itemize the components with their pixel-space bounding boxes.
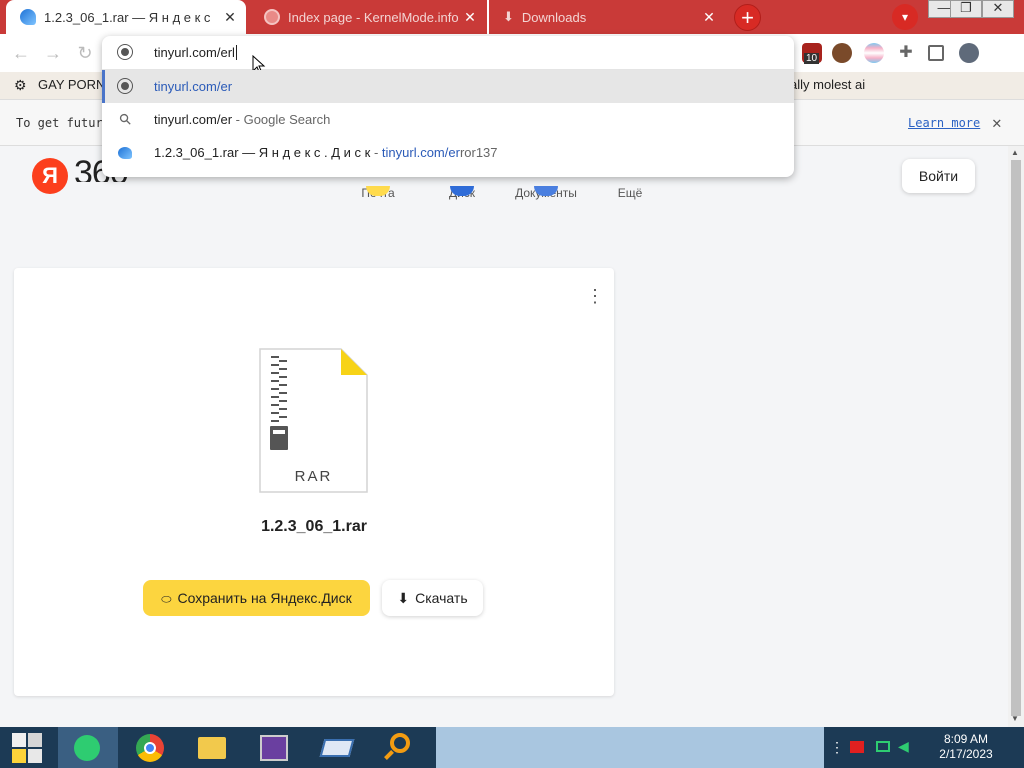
service-label: Ещё [617,186,643,200]
download-icon: ⬇ [397,590,410,606]
new-tab-button[interactable]: + [734,4,761,31]
profile-avatar-icon[interactable] [959,43,979,63]
chrome-icon[interactable] [120,727,180,768]
tab-strip: 1.2.3_06_1.rar — Я н д е к с ✕ Index pag… [0,0,1024,34]
suggestion-text-part: tinyurl.com/er [154,79,233,94]
scroll-up-arrow[interactable]: ▲ [1011,148,1019,157]
save-button-label: Сохранить на Яндекс.Диск [177,590,352,606]
tab-yandex-disk[interactable]: 1.2.3_06_1.rar — Я н д е к с ✕ [6,0,246,34]
scroll-down-arrow[interactable]: ▼ [1011,714,1019,723]
service-documents[interactable]: Документы [506,186,586,200]
extension-icon[interactable]: 10 [802,43,822,64]
bookmark-item[interactable]: ally molest ai [790,77,865,92]
page-scrollbar[interactable]: ▲ ▼ [1008,146,1024,727]
suggestion-text-part: 1.2.3_06_1.rar — Я н д е к с . Д и с к [154,145,371,160]
tab-search-button[interactable]: ▾ [892,4,918,30]
tab-title: Index page - KernelMode.info [288,9,459,25]
tab-title: Downloads [521,9,587,25]
overflow-icon[interactable]: ⋮ [830,739,844,756]
maximize-button[interactable]: ❐ [950,0,982,18]
virtual-drive-icon[interactable] [306,727,366,768]
tab-kernelmode[interactable]: Index page - KernelMode.info ✕ [250,0,486,34]
windows-taskbar: ⋮ ◀ 8:09 AM 2/17/2023 [0,727,1024,768]
reload-icon[interactable]: ↻ [74,42,96,64]
suggestion-text: 1.2.3_06_1.rar — Я н д е к с . Д и с к -… [154,145,498,160]
text-caret [235,45,237,60]
omnibox-dropdown: tinyurl.com/erl tinyurl.com/er ⚲ tinyurl.c… [102,36,794,177]
yandex-logo[interactable]: Я [32,158,68,194]
windows-start-icon[interactable] [0,727,56,768]
address-input-text[interactable]: tinyurl.com/erl [154,45,235,60]
clock-time: 8:09 AM [943,732,989,746]
file-name: 1.2.3_06_1.rar [261,518,367,535]
file-explorer-icon[interactable] [182,727,242,768]
suggestion-text-part: - Google Search [232,112,331,127]
close-window-button[interactable]: ✕ [982,0,1014,18]
save-to-disk-button[interactable]: ⬭ Сохранить на Яндекс.Диск [143,580,370,616]
cpu-z-icon[interactable] [244,727,304,768]
globe-icon [118,45,132,59]
yandex-disk-icon [20,9,36,25]
suggestion-text: tinyurl.com/er - Google Search [154,112,330,127]
tab-downloads[interactable]: ⬇ Downloads ✕ [489,0,725,34]
side-panel-icon[interactable] [928,45,944,61]
scrollbar-thumb[interactable] [1011,160,1021,716]
more-options-icon[interactable]: ⋮ [586,286,604,306]
bookmark-icon: ⚙ [14,77,27,93]
close-tab-icon[interactable]: ✕ [462,9,478,25]
clock-date: 2/17/2023 [939,747,993,761]
notes-app-icon[interactable] [58,727,118,768]
suggestion-text-part: - [370,145,382,160]
close-tab-icon[interactable]: ✕ [701,9,717,25]
back-icon[interactable]: ← [10,42,32,64]
suggestion-text-part: tinyurl.com/er [381,145,460,160]
download-button-label: Скачать [415,590,468,606]
flag-extension-icon[interactable] [864,43,884,63]
bookmark-item[interactable]: GAY PORN [38,77,105,92]
file-card: ⋮ RAR 1.2.3_06_1.rar ⬭ Сохранить на Яндек… [14,268,614,696]
taskbar-empty-area [436,727,824,768]
extension-badge: 10 [804,53,820,64]
search-icon: ⚲ [115,109,136,130]
yandex-disk-icon [118,147,132,159]
suggestion-text-part: tinyurl.com/er [154,112,233,127]
tab-title: 1.2.3_06_1.rar — Я н д е к с [44,9,211,25]
disk-save-icon: ⬭ [161,592,172,606]
omnibox-suggestion[interactable]: ⚲ tinyurl.com/er - Google Search [102,103,794,136]
network-icon[interactable] [876,741,890,752]
service-disk[interactable]: Диск [422,186,502,200]
service-more[interactable]: Ещё [590,186,670,200]
address-bar[interactable]: tinyurl.com/erl [102,36,794,75]
service-mail[interactable]: Почта [338,186,418,200]
suggestion-text: tinyurl.com/er [154,79,232,94]
search-magnifier-icon[interactable] [368,727,428,768]
download-button[interactable]: ⬇ Скачать [382,580,483,616]
close-tab-icon[interactable]: ✕ [222,9,238,25]
download-icon: ⬇ [503,9,514,24]
infobar-close-icon[interactable]: ✕ [992,113,1002,132]
omnibox-suggestion[interactable]: 1.2.3_06_1.rar — Я н д е к с . Д и с к -… [102,136,794,169]
globe-icon [264,9,280,25]
system-clock[interactable]: 8:09 AM 2/17/2023 [930,732,1002,762]
login-button[interactable]: Войти [902,159,975,193]
suggestion-text-part: ror137 [459,145,498,160]
file-type-label: RAR [294,468,333,485]
profile-extension-icon[interactable] [832,43,852,63]
learn-more-link[interactable]: Learn more [908,116,980,130]
omnibox-suggestion[interactable]: tinyurl.com/er [102,70,794,103]
extensions-puzzle-icon[interactable]: ✚ [896,43,916,63]
forward-icon[interactable]: → [42,42,64,64]
flag-icon[interactable] [850,741,864,753]
globe-icon [118,79,132,93]
yandex-disk-page: Я 360 Почта Диск Документы Ещё Войти ⋮ [0,146,1008,727]
volume-icon[interactable]: ◀ [898,738,909,755]
